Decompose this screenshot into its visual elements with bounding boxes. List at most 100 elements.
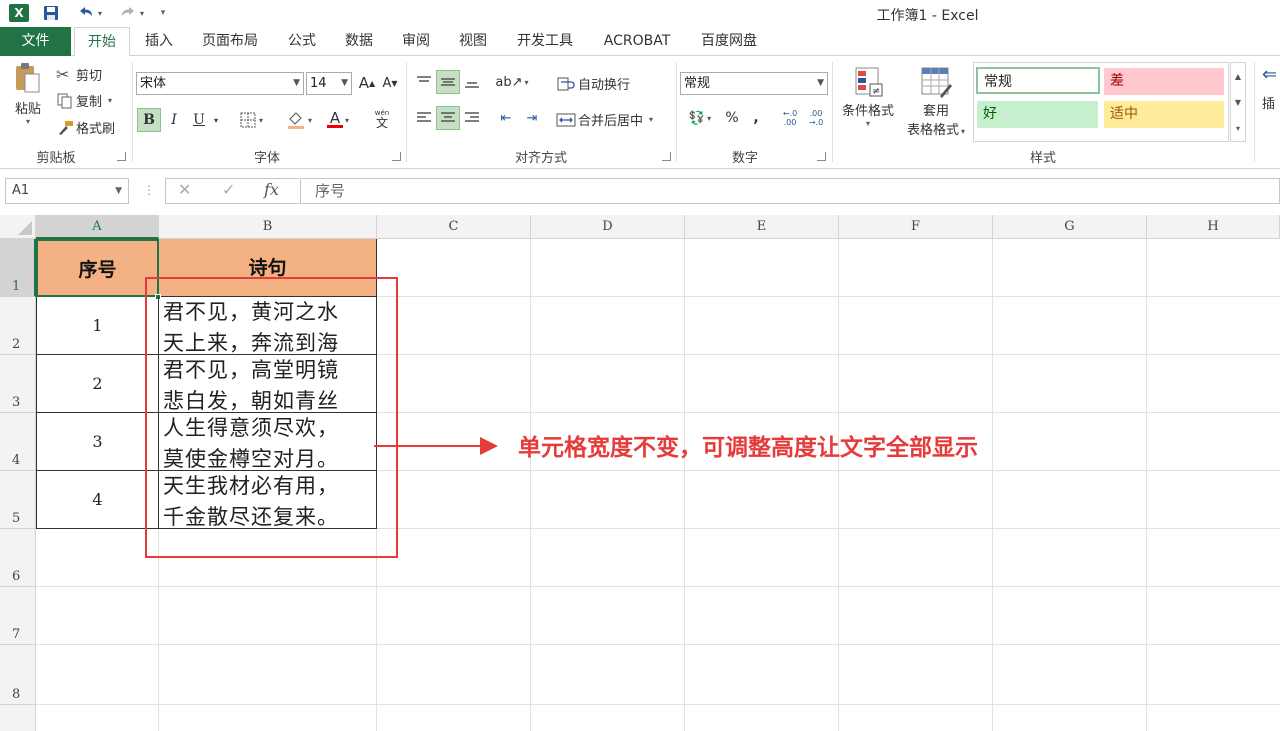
customize-qa-icon[interactable]: ▾	[156, 3, 170, 23]
scroll-down-icon[interactable]: ▼	[1235, 98, 1241, 107]
column-header-d[interactable]: D	[531, 215, 685, 239]
tab-developer[interactable]: 开发工具	[505, 27, 585, 56]
select-all-corner[interactable]	[0, 215, 36, 239]
row-header-3[interactable]: 3	[0, 355, 36, 413]
name-box[interactable]: A1 ▼	[5, 178, 129, 204]
increase-decimal-button[interactable]: ←.0.00	[778, 106, 802, 130]
underline-button[interactable]: U	[187, 108, 211, 132]
clipboard-launcher-icon[interactable]	[117, 152, 126, 161]
tab-page-layout[interactable]: 页面布局	[192, 27, 268, 56]
cancel-icon[interactable]: ✕	[178, 180, 191, 199]
paste-button[interactable]: 粘贴 ▾	[11, 62, 45, 126]
align-center-button[interactable]	[436, 106, 460, 130]
cell-b4[interactable]: 人生得意须尽欢， 莫使金樽空对月。	[159, 413, 377, 471]
number-launcher-icon[interactable]	[817, 152, 826, 161]
annotation-text: 单元格宽度不变，可调整高度让文字全部显示	[518, 435, 978, 461]
align-top-button[interactable]	[412, 70, 436, 94]
align-bottom-button[interactable]	[460, 70, 484, 94]
cell-a5[interactable]: 4	[36, 471, 159, 529]
column-header-h[interactable]: H	[1147, 215, 1280, 239]
gallery-more-icon[interactable]: ▾	[1236, 124, 1240, 133]
accounting-format-button[interactable]: 💱 ▾	[682, 106, 718, 130]
tab-data[interactable]: 数据	[334, 27, 384, 56]
row-header-7[interactable]: 7	[0, 587, 36, 645]
fill-color-button[interactable]: ▾	[280, 108, 318, 132]
font-name-select[interactable]: 宋体 ▼	[136, 72, 304, 95]
insert-cells-button[interactable]: ⇐ 插	[1262, 64, 1280, 112]
underline-dropdown[interactable]: ▾	[210, 108, 222, 132]
number-format-select[interactable]: 常规 ▼	[680, 72, 828, 95]
redo-icon[interactable]: ▾	[114, 3, 148, 23]
cell-b5[interactable]: 天生我材必有用， 千金散尽还复来。	[159, 471, 377, 529]
font-size-select[interactable]: 14 ▼	[306, 72, 352, 95]
scroll-up-icon[interactable]: ▲	[1235, 72, 1241, 81]
cell-a4[interactable]: 3	[36, 413, 159, 471]
column-header-b[interactable]: B	[159, 215, 377, 239]
font-color-button[interactable]: A ▾	[320, 108, 356, 132]
paint-bucket-icon	[287, 112, 304, 129]
tab-insert[interactable]: 插入	[134, 27, 184, 56]
font-launcher-icon[interactable]	[392, 152, 401, 161]
row-header-2[interactable]: 2	[0, 297, 36, 355]
cell-b3[interactable]: 君不见，高堂明镜 悲白发，朝如青丝	[159, 355, 377, 413]
tab-formulas[interactable]: 公式	[277, 27, 327, 56]
column-header-f[interactable]: F	[839, 215, 993, 239]
save-icon[interactable]	[40, 3, 62, 23]
format-as-table-button[interactable]: 套用 表格格式 ▾	[900, 66, 972, 138]
percent-button[interactable]: %	[720, 106, 744, 130]
decrease-indent-button[interactable]: ⇤	[494, 106, 518, 130]
align-right-button[interactable]	[460, 106, 484, 130]
cell-a1[interactable]: 序号	[36, 239, 159, 297]
formula-bar-grip[interactable]: ⋮	[143, 183, 155, 197]
grow-font-button[interactable]: A ▲	[355, 71, 379, 95]
row-header-6[interactable]: 6	[0, 529, 36, 587]
undo-icon[interactable]: ▾	[72, 3, 106, 23]
cell-b1[interactable]: 诗句	[159, 239, 377, 297]
conditional-format-button[interactable]: ≠ 条件格式 ▾	[836, 66, 900, 128]
row-header-9[interactable]	[0, 705, 36, 731]
style-neutral[interactable]: 适中	[1104, 101, 1224, 128]
italic-button[interactable]: I	[162, 108, 186, 132]
cell-b2[interactable]: 君不见，黄河之水 天上来，奔流到海	[159, 297, 377, 355]
bold-button[interactable]: B	[137, 108, 161, 132]
comma-button[interactable]: ,	[744, 106, 768, 130]
worksheet-grid[interactable]: A B C D E F G H 1 2 3 4 5 6 7 8 序号 诗句 1 …	[0, 215, 1280, 731]
cell-a3[interactable]: 2	[36, 355, 159, 413]
tab-home[interactable]: 开始	[74, 27, 130, 57]
style-bad[interactable]: 差	[1104, 68, 1224, 95]
enter-icon[interactable]: ✓	[222, 180, 235, 199]
align-middle-button[interactable]	[436, 70, 460, 94]
tab-baidu-netdisk[interactable]: 百度网盘	[690, 27, 768, 56]
row-header-1[interactable]: 1	[0, 239, 36, 297]
formula-input[interactable]: 序号	[300, 178, 1280, 204]
increase-indent-button[interactable]: ⇥	[520, 106, 544, 130]
style-good[interactable]: 好	[977, 101, 1098, 128]
orientation-button[interactable]: ab↗ ▾	[494, 70, 530, 94]
format-painter-button[interactable]: 格式刷	[56, 118, 115, 137]
wrap-text-button[interactable]: 自动换行	[556, 74, 630, 93]
column-header-c[interactable]: C	[377, 215, 531, 239]
tab-acrobat[interactable]: ACROBAT	[594, 27, 680, 56]
align-left-button[interactable]	[412, 106, 436, 130]
row-header-5[interactable]: 5	[0, 471, 36, 529]
column-header-g[interactable]: G	[993, 215, 1147, 239]
gallery-scroll[interactable]: ▲ ▼ ▾	[1230, 62, 1246, 142]
borders-button[interactable]: ▾	[232, 108, 270, 132]
phonetic-button[interactable]: wén 文	[364, 107, 400, 131]
cell-a2[interactable]: 1	[36, 297, 159, 355]
tab-view[interactable]: 视图	[448, 27, 498, 56]
column-header-a[interactable]: A	[36, 215, 159, 239]
cut-button[interactable]: ✂ 剪切	[56, 65, 102, 84]
shrink-font-button[interactable]: A ▼	[378, 71, 402, 95]
tab-review[interactable]: 审阅	[391, 27, 441, 56]
decrease-decimal-button[interactable]: .00 →.0	[804, 106, 828, 130]
insert-function-icon[interactable]: fx	[264, 180, 279, 199]
column-header-e[interactable]: E	[685, 215, 839, 239]
style-normal[interactable]: 常规	[976, 67, 1100, 94]
alignment-launcher-icon[interactable]	[662, 152, 671, 161]
row-header-4[interactable]: 4	[0, 413, 36, 471]
merge-center-button[interactable]: 合并后居中 ▾	[556, 110, 653, 129]
tab-file[interactable]: 文件	[0, 27, 71, 56]
copy-button[interactable]: 复制 ▾	[56, 91, 112, 110]
row-header-8[interactable]: 8	[0, 645, 36, 705]
